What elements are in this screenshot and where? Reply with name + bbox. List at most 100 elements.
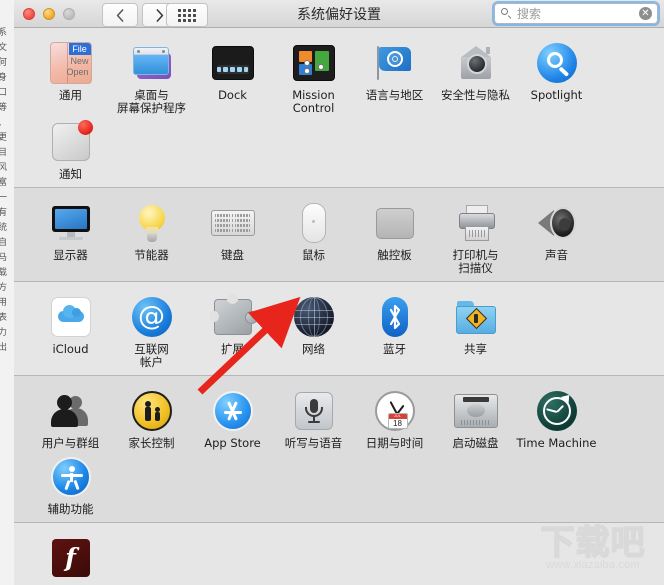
pref-item-general[interactable]: File New Open 通用: [32, 36, 109, 115]
pref-item-time-machine[interactable]: Time Machine: [518, 384, 595, 450]
pref-item-icloud[interactable]: iCloud: [32, 290, 109, 369]
calendar-day: 18: [389, 419, 407, 428]
pref-item-date-time[interactable]: JUL 18 日期与时间: [356, 384, 433, 450]
pref-item-bluetooth[interactable]: 蓝牙: [356, 290, 433, 369]
icloud-icon-box: [48, 294, 94, 340]
spotlight-icon-box: [534, 40, 580, 86]
pref-item-printers-scanners[interactable]: 打印机与扫描仪: [437, 196, 514, 275]
pref-item-sound[interactable]: 声音: [518, 196, 595, 275]
pref-label: Time Machine: [516, 437, 598, 450]
time-machine-icon-box: [534, 388, 580, 434]
date-time-icon-box: JUL 18: [372, 388, 418, 434]
pref-label: 触控板: [354, 249, 436, 262]
general-icon-file-label: File: [69, 43, 91, 55]
pref-item-parental-controls[interactable]: 家长控制: [113, 384, 190, 450]
pref-label: 节能器: [111, 249, 193, 262]
pref-label: 日期与时间: [354, 437, 436, 450]
preference-row-personal: File New Open 通用: [14, 28, 664, 188]
bluetooth-icon: [382, 297, 408, 337]
pref-item-internet-accounts[interactable]: @ 互联网帐户: [113, 290, 190, 369]
show-all-button[interactable]: [166, 3, 208, 27]
pref-item-accessibility[interactable]: 辅助功能: [32, 450, 109, 516]
flash-player-icon-box: f: [48, 535, 94, 581]
pref-item-sharing[interactable]: 共享: [437, 290, 514, 369]
preference-row-hardware: 显示器 节能器: [14, 188, 664, 282]
pref-label: 声音: [516, 249, 598, 262]
time-machine-icon: [537, 391, 577, 431]
grid-dots-icon: [178, 9, 196, 22]
pref-item-dock[interactable]: Dock: [194, 36, 271, 115]
parental-icon-box: [129, 388, 175, 434]
parental-controls-icon: [132, 391, 172, 431]
pref-label: 辅助功能: [30, 503, 112, 516]
accessibility-icon-box: [48, 454, 94, 500]
pref-item-app-store[interactable]: App Store: [194, 384, 271, 450]
pref-label: 家长控制: [111, 437, 193, 450]
pref-item-flash-player[interactable]: f Flash Player: [32, 531, 109, 585]
pref-item-energy-saver[interactable]: 节能器: [113, 196, 190, 275]
pref-item-keyboard[interactable]: 键盘: [194, 196, 271, 275]
trackpad-icon-box: [372, 200, 418, 246]
mouse-icon: [302, 203, 326, 243]
pref-item-language-region[interactable]: 语言与地区: [356, 36, 433, 115]
language-icon-box: [372, 40, 418, 86]
search-field-wrapper[interactable]: 搜索 ✕: [494, 3, 658, 24]
keyboard-icon: [211, 210, 255, 236]
sound-icon-box: [534, 200, 580, 246]
background-window-edge[interactable]: 系文何身口等、更目风富一有统自马载方用表力出: [0, 0, 15, 585]
general-icon-new-label: New: [70, 56, 88, 66]
pref-item-spotlight[interactable]: Spotlight: [518, 36, 595, 115]
pref-label: 用户与群组: [30, 437, 112, 450]
pref-item-mouse[interactable]: 鼠标: [275, 196, 352, 275]
language-region-icon: [374, 44, 416, 82]
pref-item-users-groups[interactable]: 用户与群组: [32, 384, 109, 450]
app-store-icon-box: [210, 388, 256, 434]
pref-item-mission-control[interactable]: MissionControl: [275, 36, 352, 115]
displays-icon: [50, 204, 92, 242]
pref-item-desktop-screensaver[interactable]: 桌面与屏幕保护程序: [113, 36, 190, 115]
energy-saver-icon-box: [129, 200, 175, 246]
search-icon: [501, 8, 512, 19]
pref-item-displays[interactable]: 显示器: [32, 196, 109, 275]
icloud-icon: [51, 297, 91, 337]
system-preferences-window: 系统偏好设置 搜索 ✕ File: [14, 0, 664, 585]
preference-row-other: f Flash Player: [14, 523, 664, 585]
search-input[interactable]: 搜索: [517, 5, 639, 22]
pref-label: 互联网帐户: [111, 343, 193, 369]
flash-glyph: f: [52, 542, 90, 574]
pref-label: 网络: [273, 343, 355, 356]
pref-label: iCloud: [30, 343, 112, 356]
pref-item-security-privacy[interactable]: 安全性与隐私: [437, 36, 514, 115]
chevron-right-icon: [156, 9, 164, 22]
bluetooth-icon-box: [372, 294, 418, 340]
traffic-lights: [23, 8, 75, 20]
row-2-items: 显示器 节能器: [14, 188, 664, 281]
pref-item-notifications[interactable]: 通知: [32, 115, 109, 181]
close-button[interactable]: [23, 8, 35, 20]
clear-search-button[interactable]: ✕: [639, 7, 652, 20]
accessibility-icon: [51, 457, 91, 497]
pref-item-extensions[interactable]: 扩展: [194, 290, 271, 369]
back-button[interactable]: [102, 3, 138, 27]
pref-item-startup-disk[interactable]: 启动磁盘: [437, 384, 514, 450]
pref-item-network[interactable]: 网络: [275, 290, 352, 369]
pref-label: App Store: [192, 437, 274, 450]
flash-player-icon: f: [52, 539, 90, 577]
minimize-button[interactable]: [43, 8, 55, 20]
trackpad-icon: [376, 208, 414, 239]
pref-item-dictation-speech[interactable]: 听写与语音: [275, 384, 352, 450]
printers-icon-box: [453, 200, 499, 246]
pref-label: Dock: [192, 89, 274, 102]
app-store-icon: [213, 391, 253, 431]
pref-label: 桌面与屏幕保护程序: [111, 89, 193, 115]
security-icon-box: [453, 40, 499, 86]
pref-item-trackpad[interactable]: 触控板: [356, 196, 433, 275]
chevron-left-icon: [116, 9, 124, 22]
row-4-items: 用户与群组 家长控制: [14, 376, 664, 522]
displays-icon-box: [48, 200, 94, 246]
search-field[interactable]: 搜索 ✕: [494, 3, 658, 24]
internet-accounts-icon: @: [132, 297, 172, 337]
desktop-icon-box: [129, 40, 175, 86]
printers-scanners-icon: [456, 204, 496, 242]
mission-control-icon-box: [291, 40, 337, 86]
